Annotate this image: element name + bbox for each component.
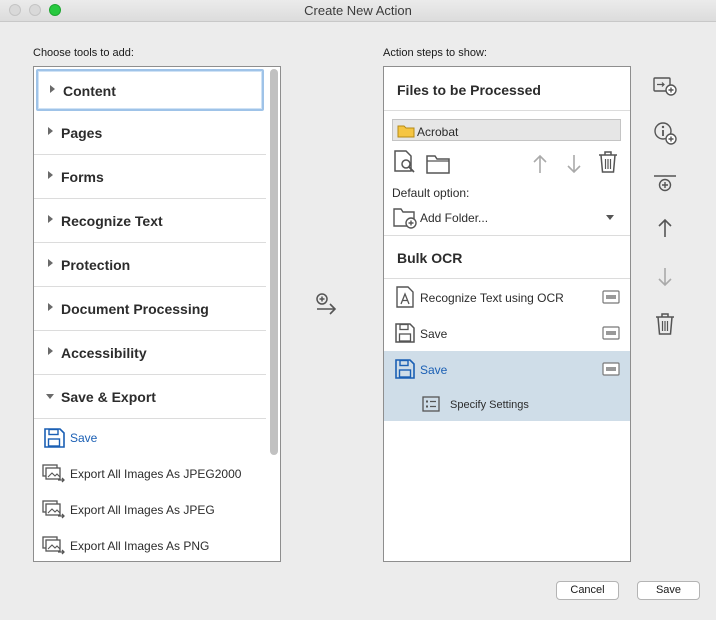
- add-to-action-icon[interactable]: [315, 293, 339, 317]
- step-save[interactable]: Save: [384, 315, 630, 351]
- title-bar: Create New Action: [0, 0, 716, 22]
- ocr-group-title: Bulk OCR: [397, 250, 463, 266]
- expand-triangle-icon: [48, 303, 53, 311]
- tool-label: Export All Images As JPEG: [70, 503, 215, 517]
- category-protection[interactable]: Protection: [34, 243, 266, 287]
- window-title: Create New Action: [304, 3, 412, 18]
- step-label: Save: [420, 363, 448, 377]
- chevron-down-icon: [606, 215, 614, 220]
- category-label: Content: [63, 83, 116, 99]
- export-images-icon: [42, 464, 65, 483]
- step-options-icon[interactable]: [602, 362, 620, 376]
- category-label: Accessibility: [61, 345, 147, 361]
- folder-icon: [397, 125, 415, 138]
- move-up-icon[interactable]: [652, 215, 678, 241]
- category-forms[interactable]: Forms: [34, 155, 266, 199]
- tool-label: Save: [70, 431, 98, 445]
- ocr-icon: [396, 286, 414, 308]
- category-accessibility[interactable]: Accessibility: [34, 331, 266, 375]
- tool-export-png[interactable]: Export All Images As PNG: [34, 527, 266, 561]
- tool-label: Export All Images As PNG: [70, 539, 210, 553]
- collapse-triangle-icon: [46, 394, 54, 399]
- category-label: Document Processing: [61, 301, 209, 317]
- add-group-icon[interactable]: [652, 172, 678, 198]
- files-group-title: Files to be Processed: [397, 82, 541, 98]
- category-pages[interactable]: Pages: [34, 111, 266, 155]
- category-label: Recognize Text: [61, 213, 163, 229]
- add-step-icon[interactable]: [652, 73, 678, 99]
- add-instruction-icon[interactable]: [652, 120, 678, 146]
- folder-name: Acrobat: [417, 125, 459, 139]
- export-images-icon: [42, 500, 65, 519]
- default-option-label: Default option:: [392, 186, 470, 200]
- category-recognize-text[interactable]: Recognize Text: [34, 199, 266, 243]
- category-save-export[interactable]: Save & Export: [34, 375, 266, 419]
- save-button[interactable]: Save: [637, 581, 700, 600]
- expand-triangle-icon: [48, 215, 53, 223]
- tools-list[interactable]: Content Pages Forms Recognize Text Prote…: [33, 66, 281, 562]
- sub-step-label: Specify Settings: [450, 399, 529, 411]
- step-options-icon[interactable]: [602, 290, 620, 304]
- step-options-icon[interactable]: [602, 326, 620, 340]
- add-folder-icon: [393, 208, 417, 229]
- trash-icon[interactable]: [595, 149, 621, 175]
- tool-label: Export All Images As JPEG2000: [70, 467, 242, 481]
- expand-triangle-icon: [50, 85, 55, 93]
- move-down-icon[interactable]: [561, 151, 587, 177]
- action-steps-list[interactable]: Files to be Processed Acrobat Default op…: [383, 66, 631, 562]
- ocr-group-header: Bulk OCR: [384, 235, 630, 279]
- action-steps-label: Action steps to show:: [383, 47, 487, 59]
- expand-triangle-icon: [48, 259, 53, 267]
- expand-triangle-icon: [48, 127, 53, 135]
- category-content[interactable]: Content: [36, 69, 264, 111]
- category-label: Pages: [61, 125, 103, 141]
- tool-export-jpeg[interactable]: Export All Images As JPEG: [34, 491, 266, 527]
- step-recognize-text[interactable]: Recognize Text using OCR: [384, 279, 630, 315]
- save-icon: [44, 428, 65, 448]
- expand-triangle-icon: [48, 347, 53, 355]
- category-document-processing[interactable]: Document Processing: [34, 287, 266, 331]
- expand-triangle-icon: [48, 171, 53, 179]
- default-option-value: Add Folder...: [420, 211, 489, 225]
- tool-save[interactable]: Save: [34, 419, 266, 455]
- files-group-header: Files to be Processed: [384, 67, 630, 111]
- category-label: Save & Export: [61, 389, 156, 405]
- save-icon: [395, 359, 415, 379]
- move-down-icon[interactable]: [652, 264, 678, 290]
- folder-item[interactable]: Acrobat: [392, 119, 621, 141]
- tool-export-jpeg2000[interactable]: Export All Images As JPEG2000: [34, 455, 266, 491]
- sub-step-specify-settings[interactable]: Specify Settings: [384, 387, 630, 421]
- add-files-icon[interactable]: [392, 149, 418, 175]
- step-save-selected[interactable]: Save: [384, 351, 630, 387]
- settings-list-icon: [422, 396, 440, 412]
- category-label: Protection: [61, 257, 131, 273]
- tools-scrollbar[interactable]: [270, 69, 278, 455]
- category-label: Forms: [61, 169, 104, 185]
- step-label: Save: [420, 327, 448, 341]
- save-icon: [395, 323, 415, 343]
- move-up-icon[interactable]: [527, 151, 553, 177]
- trash-icon[interactable]: [652, 311, 678, 337]
- step-label: Recognize Text using OCR: [420, 291, 564, 305]
- default-option-dropdown[interactable]: Add Folder...: [390, 205, 622, 231]
- export-images-icon: [42, 536, 65, 555]
- add-folder-icon[interactable]: [425, 151, 451, 177]
- cancel-button[interactable]: Cancel: [556, 581, 619, 600]
- choose-tools-label: Choose tools to add:: [33, 47, 134, 59]
